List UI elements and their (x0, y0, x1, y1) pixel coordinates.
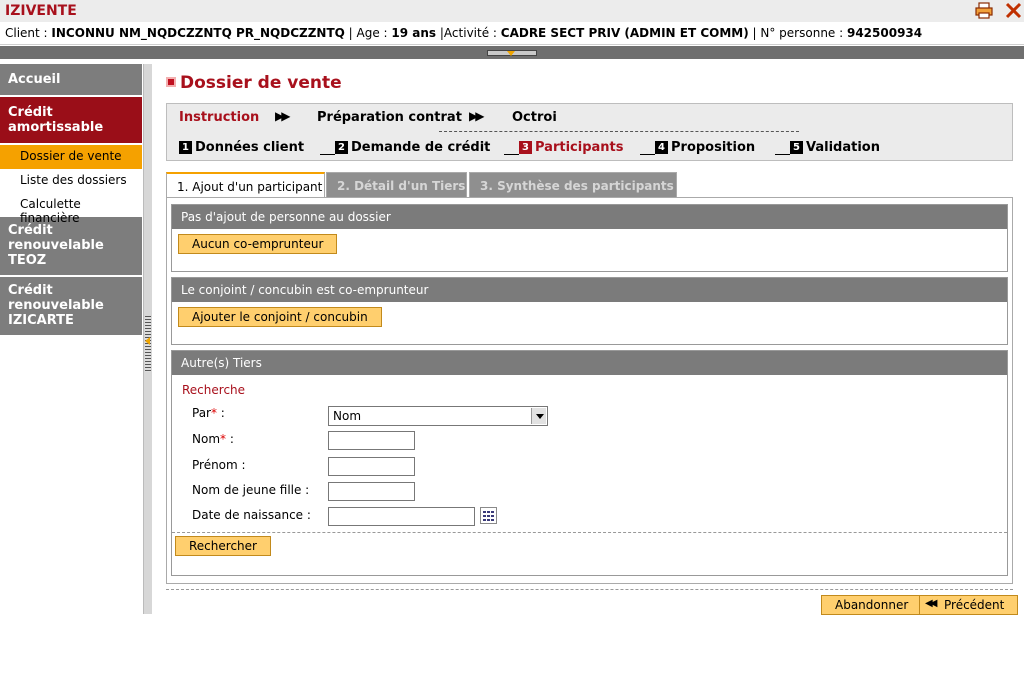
footer-divider (166, 589, 1013, 590)
app-titlebar: IZIVENTE (0, 0, 1024, 22)
phase-preparation: Préparation contrat (317, 110, 462, 125)
label-text: Par (192, 406, 211, 420)
step-label: Validation (806, 140, 880, 155)
search-by-value: Nom (333, 409, 362, 423)
tab-synthese-participants[interactable]: 3. Synthèse des participants (469, 172, 677, 198)
app-title: IZIVENTE (5, 3, 77, 19)
age-label: | Age : (344, 26, 392, 40)
step-label: Participants (535, 140, 624, 155)
chevron-left-icon (145, 337, 150, 345)
maiden-name-label: Nom de jeune fille : (192, 483, 310, 497)
label-colon: : (226, 432, 234, 446)
search-button[interactable]: Rechercher (175, 536, 271, 556)
search-subtitle: Recherche (182, 383, 246, 397)
person-number: 942500934 (846, 26, 923, 40)
sidebar: Accueil Crédit amortissable Dossier de v… (0, 64, 142, 614)
add-spouse-button[interactable]: Ajouter le conjoint / concubin (178, 307, 382, 327)
search-by-select[interactable]: Nom (328, 406, 548, 426)
sidebar-subitem-calculette[interactable]: Calculette financière (0, 193, 142, 225)
sidebar-item-credit-teoz[interactable]: Crédit renouvelable TEOZ (0, 217, 142, 277)
client-label: Client : (5, 26, 52, 40)
workflow-steps: Instruction ▶▶ Préparation contrat ▶▶ Oc… (166, 103, 1013, 161)
label-text: Nom (192, 432, 221, 446)
no-co-borrower-button[interactable]: Aucun co-emprunteur (178, 234, 338, 254)
step-separator (775, 154, 790, 155)
sidebar-subitem-dossier-de-vente[interactable]: Dossier de vente (0, 145, 142, 169)
step-separator (320, 154, 335, 155)
phase-octroi: Octroi (512, 110, 557, 125)
sidebar-item-accueil[interactable]: Accueil (0, 64, 142, 97)
calendar-icon[interactable] (480, 507, 497, 524)
step-label: Proposition (671, 140, 756, 155)
step-number: 3 (519, 141, 532, 154)
step-separator (504, 154, 519, 155)
chevron-down-icon (507, 51, 515, 56)
step-number: 4 (655, 141, 668, 154)
label-colon: : (216, 406, 225, 420)
tab-detail-tiers[interactable]: 2. Détail d'un Tiers (326, 172, 467, 198)
step-donnees-client[interactable]: 1 Données client (179, 140, 304, 155)
previous-button-label: Précédent (944, 598, 1005, 612)
step-participants[interactable]: 3 Participants (519, 140, 623, 155)
firstname-input[interactable] (328, 457, 415, 476)
step-number: 1 (179, 141, 192, 154)
step-proposition[interactable]: 4 Proposition (655, 140, 755, 155)
close-icon[interactable] (1005, 2, 1022, 19)
activity-label: |Activité : (436, 26, 501, 40)
page-title: Dossier de vente (166, 73, 342, 93)
section-header: Autre(s) Tiers (172, 351, 1007, 375)
client-age: 19 ans (391, 26, 437, 40)
phase-instruction: Instruction (179, 110, 260, 125)
client-name: INCONNU NM_NQDCZZNTQ PR_NQDCZZNTQ (51, 26, 345, 40)
maiden-name-input[interactable] (328, 482, 415, 501)
step-separator (640, 154, 655, 155)
birthdate-label: Date de naissance : (192, 508, 311, 522)
section-other-tiers: Autre(s) Tiers (171, 350, 1008, 576)
rewind-icon: ◀◀ (925, 598, 938, 609)
page-title-text: Dossier de vente (180, 73, 342, 93)
step-label: Demande de crédit (351, 140, 491, 155)
firstname-label: Prénom : (192, 458, 246, 472)
form-divider (172, 532, 1007, 533)
cancel-button[interactable]: Abandonner (821, 595, 923, 615)
birthdate-input[interactable] (328, 507, 475, 526)
sidebar-item-credit-izicarte[interactable]: Crédit renouvelable IZICARTE (0, 277, 142, 337)
step-number: 2 (335, 141, 348, 154)
step-demande-credit[interactable]: 2 Demande de crédit (335, 140, 490, 155)
double-arrow-icon: ▶▶ (275, 109, 291, 123)
title-bullet-icon (166, 77, 176, 87)
previous-button[interactable]: ◀◀ Précédent (919, 595, 1019, 615)
tab-ajout-participant[interactable]: 1. Ajout d'un participant (166, 172, 325, 199)
step-number: 5 (790, 141, 803, 154)
person-number-label: | N° personne : (748, 26, 847, 40)
search-by-label: Par* : (192, 406, 225, 420)
name-input[interactable] (328, 431, 415, 450)
client-info-bar: Client : INCONNU NM_NQDCZZNTQ PR_NQDCZZN… (0, 22, 1024, 45)
chevron-down-icon[interactable] (531, 408, 546, 424)
step-validation[interactable]: 5 Validation (790, 140, 880, 155)
sidebar-subitem-liste-des-dossiers[interactable]: Liste des dossiers (0, 169, 142, 193)
phase-divider (439, 131, 799, 132)
sidebar-item-credit-amortissable[interactable]: Crédit amortissable (0, 97, 142, 145)
client-activity: CADRE SECT PRIV (ADMIN ET COMM) (500, 26, 749, 40)
section-header: Le conjoint / concubin est co-emprunteur (172, 278, 1007, 302)
double-arrow-icon: ▶▶ (469, 109, 485, 123)
name-label: Nom* : (192, 432, 234, 446)
print-icon[interactable] (975, 2, 993, 19)
section-header: Pas d'ajout de personne au dossier (172, 205, 1007, 229)
step-label: Données client (195, 140, 305, 155)
